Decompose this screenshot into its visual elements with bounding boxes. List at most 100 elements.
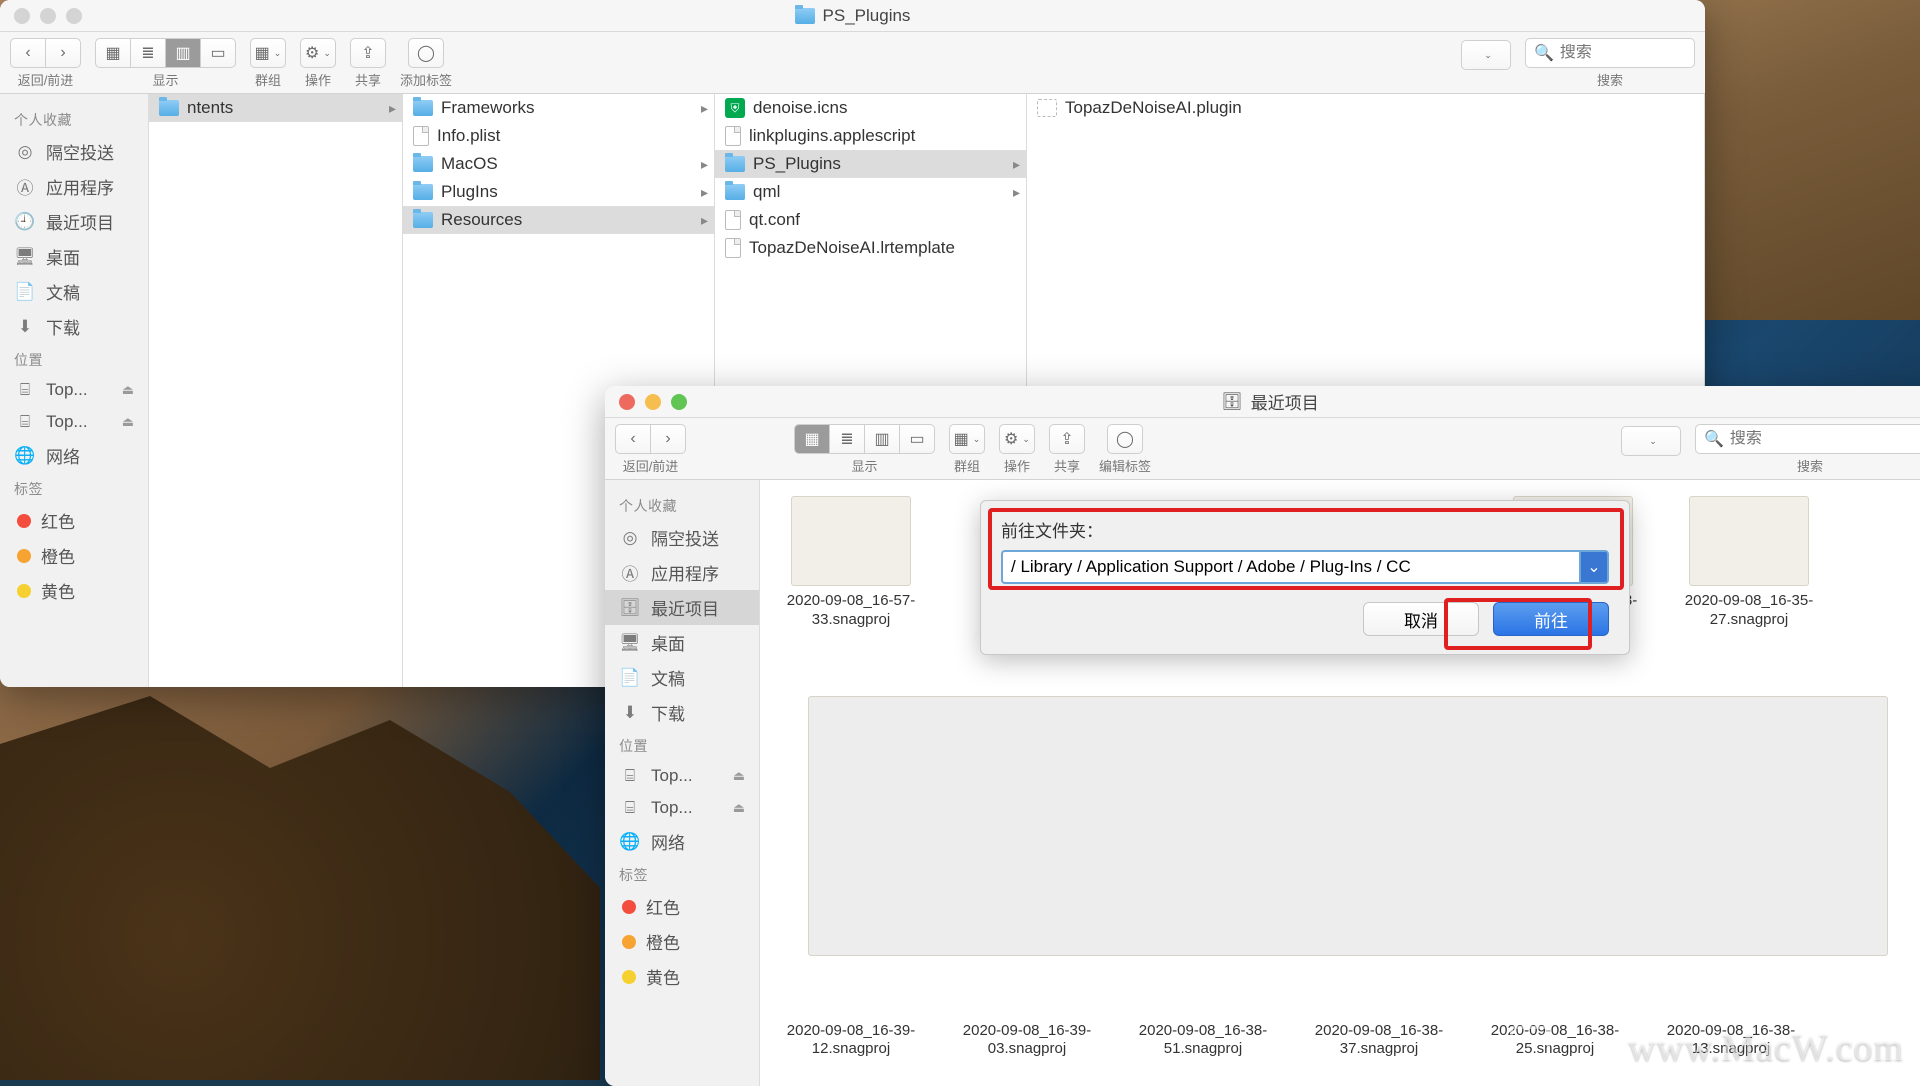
sidebar-item-desktop[interactable]: 🖥桌面 bbox=[0, 239, 148, 274]
list-item[interactable]: PS_Plugins▸ bbox=[715, 150, 1026, 178]
eject-icon[interactable]: ⏏ bbox=[122, 382, 134, 398]
large-thumbnail[interactable] bbox=[808, 696, 1888, 956]
list-item[interactable]: TopazDeNoiseAI.plugin bbox=[1027, 94, 1704, 122]
group-button[interactable]: ▦⌄ bbox=[949, 424, 985, 454]
share-label: 共享 bbox=[355, 70, 381, 89]
go-button[interactable]: 前往 bbox=[1493, 602, 1609, 636]
sidebar-item-airdrop[interactable]: ◎隔空投送 bbox=[605, 520, 759, 555]
sidebar-header-favorites: 个人收藏 bbox=[0, 104, 148, 134]
clock-icon: 🗄 bbox=[619, 597, 641, 619]
sidebar-tag-yellow[interactable]: 黄色 bbox=[605, 959, 759, 994]
share-button[interactable]: ⇪ bbox=[1049, 424, 1085, 454]
sidebar-item-documents[interactable]: 📄文稿 bbox=[0, 274, 148, 309]
sidebar-item-downloads[interactable]: ⬇下载 bbox=[0, 309, 148, 344]
sidebar-item-recents[interactable]: 🕘最近项目 bbox=[0, 204, 148, 239]
list-view-button[interactable]: ≣ bbox=[829, 424, 865, 454]
sidebar-item-apps[interactable]: Ⓐ应用程序 bbox=[0, 169, 148, 204]
gallery-view-button[interactable]: ▭ bbox=[200, 38, 236, 68]
list-view-button[interactable]: ≣ bbox=[130, 38, 166, 68]
list-item[interactable]: PlugIns▸ bbox=[403, 178, 714, 206]
sidebar-item-documents[interactable]: 📄文稿 bbox=[605, 660, 759, 695]
file-item[interactable]: 2020-09-08_16-38-25.snagproj bbox=[1480, 1022, 1630, 1060]
sidebar-item-network[interactable]: 🌐网络 bbox=[605, 824, 759, 859]
tag-dot-icon bbox=[17, 549, 31, 563]
list-item[interactable]: ⛨denoise.icns bbox=[715, 94, 1026, 122]
file-item[interactable]: 2020-09-08_16-35-27.snagproj bbox=[1674, 496, 1824, 630]
action-label: 操作 bbox=[1004, 456, 1030, 475]
gallery-view-button[interactable]: ▭ bbox=[899, 424, 935, 454]
back-button[interactable]: ‹ bbox=[615, 424, 651, 454]
sidebar-item-disk[interactable]: ⌸Top...⏏ bbox=[605, 792, 759, 824]
action-button[interactable]: ⚙⌄ bbox=[999, 424, 1035, 454]
group-button[interactable]: ▦⌄ bbox=[250, 38, 286, 68]
sidebar-tag-red[interactable]: 红色 bbox=[0, 503, 148, 538]
sidebar-item-apps[interactable]: Ⓐ应用程序 bbox=[605, 555, 759, 590]
forward-button[interactable]: › bbox=[45, 38, 81, 68]
folder-icon bbox=[725, 156, 745, 172]
dropdown-button[interactable]: ⌄ bbox=[1461, 40, 1511, 70]
file-item[interactable]: 2020-09-08_16-39-12.snagproj bbox=[776, 1022, 926, 1060]
plugin-icon bbox=[1037, 99, 1057, 117]
file-item[interactable]: 2020-09-08_16-57-33.snagproj bbox=[776, 496, 926, 630]
list-item[interactable]: ntents▸ bbox=[149, 94, 402, 122]
dropdown-button[interactable]: ⌄ bbox=[1579, 550, 1609, 584]
sidebar-tag-orange[interactable]: 橙色 bbox=[0, 538, 148, 573]
list-item[interactable]: TopazDeNoiseAI.lrtemplate bbox=[715, 234, 1026, 262]
list-item[interactable]: Info.plist bbox=[403, 122, 714, 150]
desktop-icon: 🖥 bbox=[619, 632, 641, 654]
search-input[interactable] bbox=[1560, 44, 1686, 62]
titlebar[interactable]: 🗄 最近项目 bbox=[605, 386, 1920, 418]
column-1[interactable]: ntents▸ bbox=[149, 94, 403, 687]
file-icon bbox=[725, 238, 741, 258]
search-input[interactable] bbox=[1730, 430, 1916, 448]
disk-icon: ⌸ bbox=[14, 411, 36, 433]
eject-icon[interactable]: ⏏ bbox=[733, 768, 745, 784]
column-view-button[interactable]: ▥ bbox=[165, 38, 201, 68]
back-button[interactable]: ‹ bbox=[10, 38, 46, 68]
list-item[interactable]: linkplugins.applescript bbox=[715, 122, 1026, 150]
sidebar-item-disk[interactable]: ⌸Top...⏏ bbox=[0, 374, 148, 406]
eject-icon[interactable]: ⏏ bbox=[733, 800, 745, 816]
list-item[interactable]: Frameworks▸ bbox=[403, 94, 714, 122]
sidebar-item-disk[interactable]: ⌸Top...⏏ bbox=[605, 760, 759, 792]
eject-icon[interactable]: ⏏ bbox=[122, 414, 134, 430]
sidebar-tag-orange[interactable]: 橙色 bbox=[605, 924, 759, 959]
cancel-button[interactable]: 取消 bbox=[1363, 602, 1479, 636]
dropdown-button[interactable]: ⌄ bbox=[1621, 426, 1681, 456]
file-item[interactable]: 2020-09-08_16-38-51.snagproj bbox=[1128, 1022, 1278, 1060]
icon-view-button[interactable]: ▦ bbox=[95, 38, 131, 68]
tags-button[interactable]: ◯ bbox=[408, 38, 444, 68]
globe-icon: 🌐 bbox=[14, 445, 36, 467]
path-input[interactable] bbox=[1001, 550, 1579, 584]
share-button[interactable]: ⇪ bbox=[350, 38, 386, 68]
downloads-icon: ⬇ bbox=[14, 316, 36, 338]
titlebar[interactable]: PS_Plugins bbox=[0, 0, 1705, 32]
sidebar-item-desktop[interactable]: 🖥桌面 bbox=[605, 625, 759, 660]
forward-button[interactable]: › bbox=[650, 424, 686, 454]
sidebar: 个人收藏 ◎隔空投送 Ⓐ应用程序 🗄最近项目 🖥桌面 📄文稿 ⬇下载 位置 ⌸T… bbox=[605, 480, 760, 1086]
file-item[interactable]: 2020-09-08_16-39-03.snagproj bbox=[952, 1022, 1102, 1060]
sidebar-item-airdrop[interactable]: ◎隔空投送 bbox=[0, 134, 148, 169]
icon-view-button[interactable]: ▦ bbox=[794, 424, 830, 454]
search-field[interactable]: 🔍 bbox=[1695, 424, 1920, 454]
action-button[interactable]: ⚙⌄ bbox=[300, 38, 336, 68]
list-item[interactable]: qml▸ bbox=[715, 178, 1026, 206]
column-view-button[interactable]: ▥ bbox=[864, 424, 900, 454]
search-field[interactable]: 🔍 bbox=[1525, 38, 1695, 68]
sidebar-tag-red[interactable]: 红色 bbox=[605, 889, 759, 924]
sidebar-item-downloads[interactable]: ⬇下载 bbox=[605, 695, 759, 730]
sidebar-item-disk[interactable]: ⌸Top...⏏ bbox=[0, 406, 148, 438]
finder-window-recents: 🗄 最近项目 ‹ › 返回/前进 ▦ ≣ ▥ ▭ 显示 ▦⌄ 群组 ⚙ bbox=[605, 386, 1920, 1086]
sidebar-item-recents[interactable]: 🗄最近项目 bbox=[605, 590, 759, 625]
view-switcher[interactable]: ▦ ≣ ▥ ▭ bbox=[95, 38, 236, 68]
edit-tags-button[interactable]: ◯ bbox=[1107, 424, 1143, 454]
sidebar-tag-yellow[interactable]: 黄色 bbox=[0, 573, 148, 608]
list-item[interactable]: qt.conf bbox=[715, 206, 1026, 234]
view-switcher[interactable]: ▦ ≣ ▥ ▭ bbox=[794, 424, 935, 454]
file-item[interactable]: 2020-09-08_16-38-37.snagproj bbox=[1304, 1022, 1454, 1060]
list-item[interactable]: MacOS▸ bbox=[403, 150, 714, 178]
sidebar-item-network[interactable]: 🌐网络 bbox=[0, 438, 148, 473]
list-item[interactable]: Resources▸ bbox=[403, 206, 714, 234]
toolbar: ‹ › 返回/前进 ▦ ≣ ▥ ▭ 显示 ▦⌄ 群组 ⚙⌄ 操作 ⇪ 共享 bbox=[605, 418, 1920, 480]
window-title: PS_Plugins bbox=[823, 6, 911, 26]
